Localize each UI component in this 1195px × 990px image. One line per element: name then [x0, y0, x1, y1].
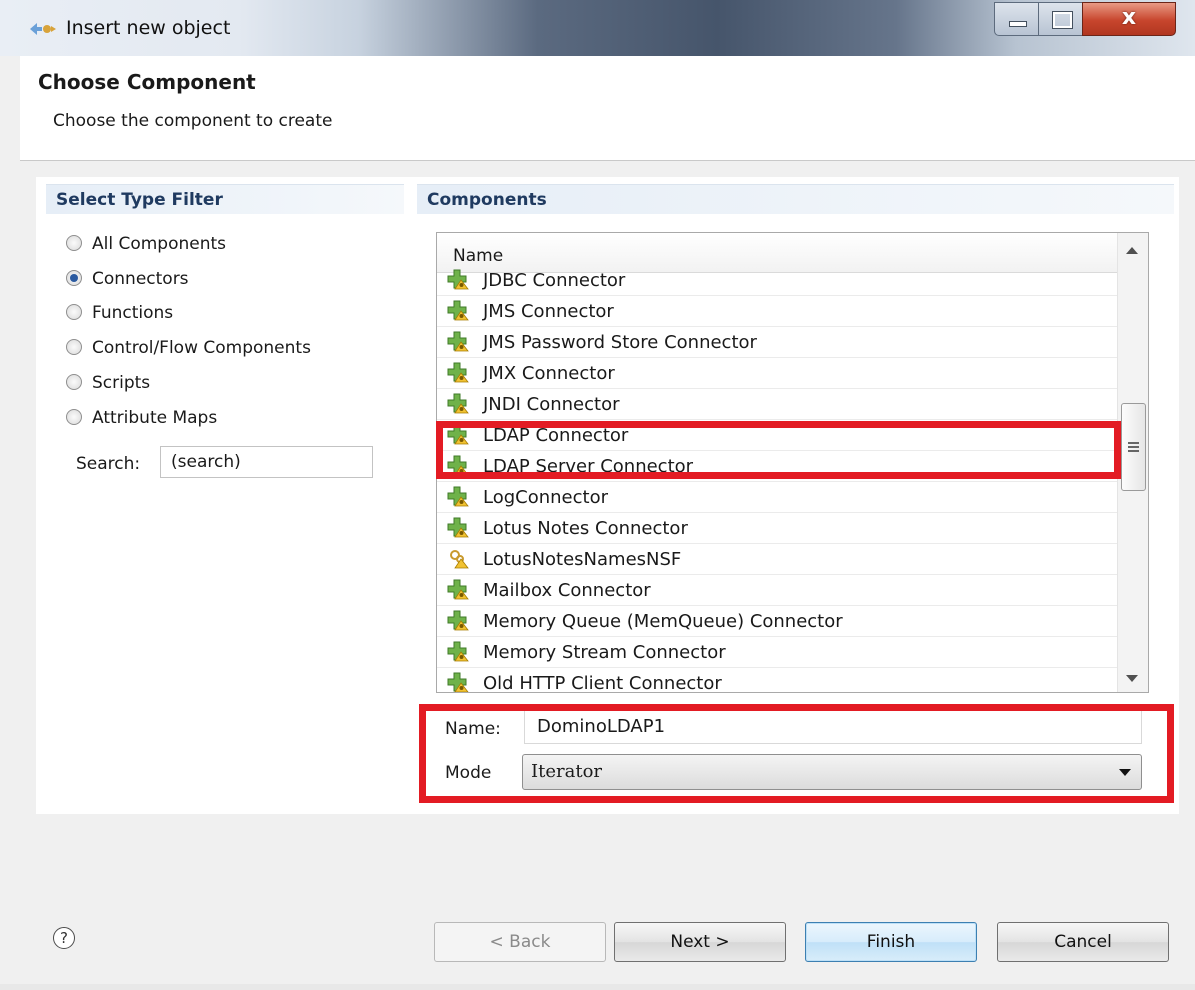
- radio-connectors[interactable]: Connectors: [66, 266, 189, 292]
- search-label: Search:: [76, 454, 141, 474]
- list-scrollbar[interactable]: [1117, 233, 1148, 692]
- component-list-item[interactable]: JMX Connector: [437, 358, 1117, 389]
- finish-button[interactable]: Finish: [805, 922, 977, 962]
- component-list-item[interactable]: LotusNotesNamesNSF: [437, 544, 1117, 575]
- title-bar[interactable]: Insert new object x: [0, 0, 1195, 56]
- form-highlight-box: [419, 704, 1174, 803]
- component-label: JNDI Connector: [483, 394, 620, 415]
- component-label: LotusNotesNamesNSF: [483, 549, 682, 570]
- component-list-item[interactable]: Old HTTP Client Connector: [437, 668, 1117, 693]
- insert-object-dialog: Insert new object x Choose Component Cho…: [0, 0, 1195, 990]
- components-heading: Components: [417, 184, 1174, 214]
- grip-icon: [1128, 442, 1139, 444]
- minimize-icon: [1009, 21, 1027, 27]
- connector-icon: [447, 610, 471, 632]
- radio-button[interactable]: [66, 339, 82, 355]
- radio-label: Functions: [92, 303, 174, 323]
- window-bottom-edge: [0, 984, 1195, 990]
- connector-icon: [447, 672, 471, 692]
- component-list-item[interactable]: JMS Password Store Connector: [437, 327, 1117, 358]
- radio-scripts[interactable]: Scripts: [66, 370, 150, 396]
- connector-icon: [447, 641, 471, 663]
- close-icon: x: [1121, 5, 1137, 30]
- radio-label: Connectors: [92, 269, 189, 289]
- cancel-button[interactable]: Cancel: [997, 922, 1169, 962]
- component-list-item[interactable]: Mailbox Connector: [437, 575, 1117, 606]
- page-title: Choose Component: [38, 70, 256, 94]
- close-button[interactable]: x: [1082, 2, 1176, 36]
- next-button[interactable]: Next >: [614, 922, 786, 962]
- connector-icon: [447, 393, 471, 415]
- component-label: Memory Queue (MemQueue) Connector: [483, 611, 843, 632]
- maximize-icon: [1052, 11, 1073, 29]
- radio-attribute-maps[interactable]: Attribute Maps: [66, 405, 217, 431]
- radio-label: All Components: [92, 234, 227, 254]
- radio-button[interactable]: [66, 409, 82, 425]
- scroll-up-icon[interactable]: [1126, 247, 1138, 254]
- connector-icon: [447, 300, 471, 322]
- help-icon[interactable]: ?: [53, 927, 75, 949]
- component-list-item[interactable]: JMS Connector: [437, 296, 1117, 327]
- component-label: Memory Stream Connector: [483, 642, 726, 663]
- window-title: Insert new object: [66, 17, 231, 39]
- radio-control-flow[interactable]: Control/Flow Components: [66, 335, 311, 361]
- wizard-header: Choose Component Choose the component to…: [20, 56, 1195, 161]
- component-label: Old HTTP Client Connector: [483, 673, 722, 693]
- component-label: JDBC Connector: [483, 270, 626, 291]
- component-label: JMS Password Store Connector: [483, 332, 757, 353]
- scroll-down-icon[interactable]: [1126, 675, 1138, 682]
- component-list-item[interactable]: Lotus Notes Connector: [437, 513, 1117, 544]
- connector-icon: [447, 331, 471, 353]
- connector-icon: [447, 517, 471, 539]
- radio-label: Scripts: [92, 373, 151, 393]
- script-connector-icon: [447, 548, 471, 570]
- scroll-thumb[interactable]: [1121, 403, 1146, 491]
- radio-functions[interactable]: Functions: [66, 300, 173, 326]
- component-label: LogConnector: [483, 487, 608, 508]
- radio-button[interactable]: [66, 235, 82, 251]
- component-list-item[interactable]: Memory Stream Connector: [437, 637, 1117, 668]
- radio-label: Attribute Maps: [92, 408, 218, 428]
- radio-all-components[interactable]: All Components: [66, 231, 226, 257]
- radio-button[interactable]: [66, 304, 82, 320]
- search-input[interactable]: (search): [160, 446, 373, 478]
- component-list-item[interactable]: JNDI Connector: [437, 389, 1117, 420]
- component-list-item[interactable]: JDBC Connector: [437, 265, 1117, 296]
- component-label: JMX Connector: [483, 363, 615, 384]
- radio-button[interactable]: [66, 374, 82, 390]
- connector-icon: [447, 362, 471, 384]
- back-button[interactable]: < Back: [434, 922, 606, 962]
- component-list-item[interactable]: LogConnector: [437, 482, 1117, 513]
- connector-icon: [447, 269, 471, 291]
- maximize-button[interactable]: [1038, 2, 1083, 36]
- radio-button-selected[interactable]: [66, 270, 82, 286]
- component-icon: [30, 23, 56, 35]
- connector-icon: [447, 486, 471, 508]
- component-list-item[interactable]: Memory Queue (MemQueue) Connector: [437, 606, 1117, 637]
- component-label: Lotus Notes Connector: [483, 518, 688, 539]
- type-filter-heading: Select Type Filter: [46, 184, 404, 214]
- component-label: Mailbox Connector: [483, 580, 651, 601]
- component-label: JMS Connector: [483, 301, 614, 322]
- radio-label: Control/Flow Components: [92, 338, 311, 358]
- page-description: Choose the component to create: [53, 111, 333, 131]
- ldap-highlight-box: [436, 421, 1121, 479]
- connector-icon: [447, 579, 471, 601]
- minimize-button[interactable]: [994, 2, 1039, 36]
